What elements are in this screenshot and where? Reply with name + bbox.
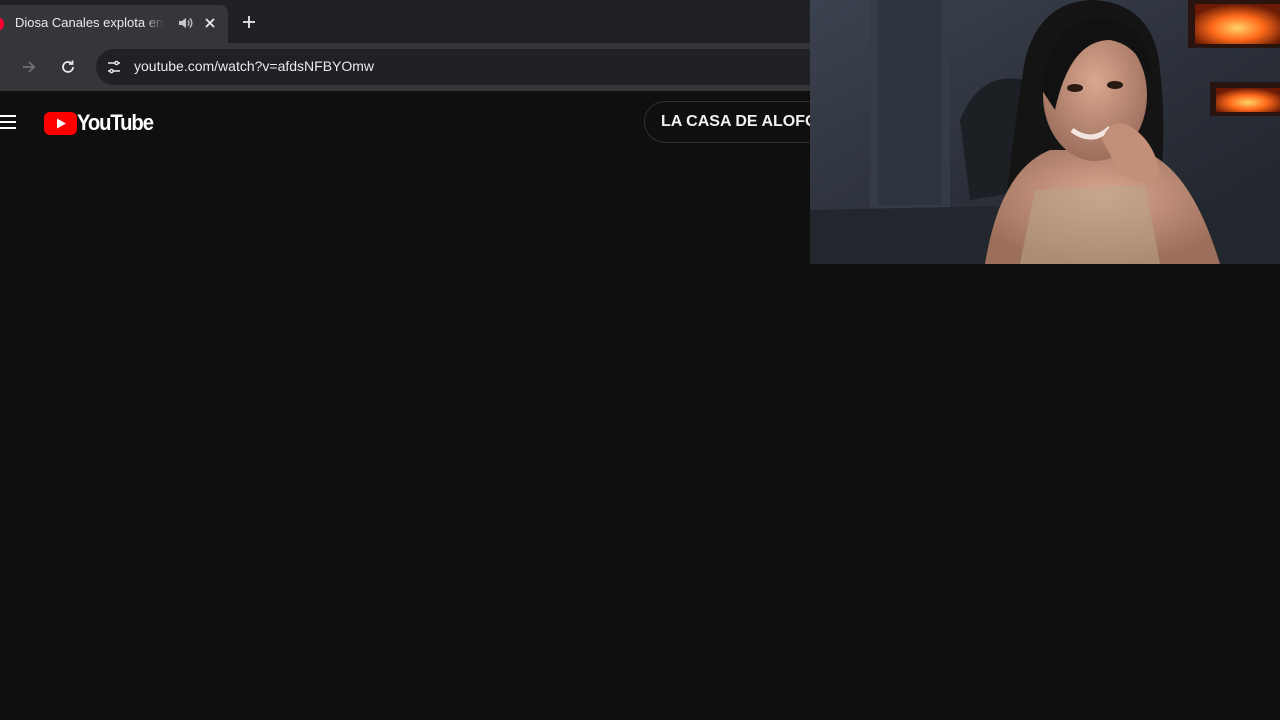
tab-close-icon[interactable]: [203, 16, 217, 30]
youtube-play-logo-icon: [44, 111, 77, 135]
youtube-logo[interactable]: YouTube: [44, 110, 159, 135]
forward-arrow-icon[interactable]: [20, 58, 38, 76]
site-info-tune-icon[interactable]: [105, 58, 123, 76]
hamburger-menu-icon[interactable]: [0, 113, 18, 131]
youtube-logo-text: YouTube: [77, 110, 154, 135]
speaker-icon[interactable]: [177, 15, 193, 31]
url-text: youtube.com/watch?v=afdsNFBYOmw: [134, 58, 375, 74]
address-bar[interactable]: youtube.com/watch?v=afdsNFBYOmw: [96, 49, 856, 85]
youtube-favicon-icon: [0, 17, 4, 31]
screen: Diosa Canales explota en co youtube.com/…: [0, 0, 1280, 720]
tab-title: Diosa Canales explota en co: [15, 15, 165, 30]
webcam-overlay: [810, 0, 1280, 264]
reload-icon[interactable]: [59, 58, 77, 76]
browser-tab-active[interactable]: Diosa Canales explota en co: [0, 5, 228, 43]
webcam-feed-image: [810, 0, 1280, 264]
channel-chip-label: LA CASA DE ALOFO: [661, 113, 818, 130]
new-tab-plus-icon[interactable]: [240, 13, 258, 31]
